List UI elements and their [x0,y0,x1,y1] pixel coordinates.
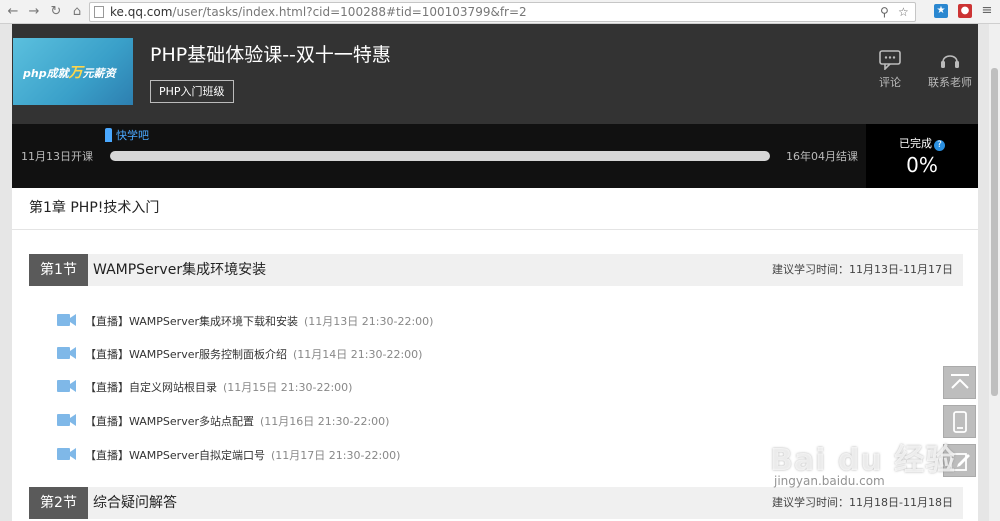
chapter-divider [12,229,978,230]
bookmark-star-icon[interactable]: ☆ [898,4,909,20]
help-icon[interactable]: ? [934,140,945,151]
course-header: php成就万元薪资 PHP基础体验课--双十一特惠 PHP入门班级 评论 联系老… [12,24,978,124]
video-camera-icon [57,448,76,460]
forward-icon[interactable]: → [25,3,43,21]
task-title: 【直播】WAMPServer集成环境下载和安装 [85,315,298,328]
end-date: 16年04月结课 [786,150,858,163]
address-bar[interactable]: ke.qq.com/user/tasks/index.html?cid=1002… [89,2,916,22]
back-to-top-icon [951,374,969,389]
watermark: Bai du 经验 [770,443,957,478]
course-title: PHP基础体验课--双十一特惠 [150,44,391,66]
video-camera-icon [57,314,76,326]
task-title: 【直播】WAMPServer自拟定端口号 [85,449,265,462]
task-title: 【直播】自定义网站根目录 [85,381,217,394]
section-number: 第2节 [29,487,88,519]
section-header[interactable]: 第2节 综合疑问解答 建议学习时间：11月18日-11月18日 [29,487,963,519]
section-suggested-time: 建议学习时间：11月18日-11月18日 [772,496,953,509]
comment-button[interactable]: 评论 [860,50,920,90]
mobile-view-button[interactable] [943,405,976,438]
extension-icon[interactable]: ● [958,4,972,18]
page-scrollbar[interactable] [989,24,1000,521]
contact-teacher-label: 联系老师 [928,76,972,89]
page-icon [94,6,104,18]
scrollbar-thumb[interactable] [991,68,998,396]
section-header[interactable]: 第1节 WAMPServer集成环境安装 建议学习时间：11月13日-11月17… [29,254,963,286]
chapter-title: 第1章 PHP!技术入门 [29,200,160,216]
progress-track [110,151,770,161]
browser-toolbar: ← → ↻ ⌂ ke.qq.com/user/tasks/index.html?… [0,0,1000,24]
task-time: (11月15日 21:30-22:00) [223,381,353,394]
course-logo: php成就万元薪资 [13,38,133,105]
completion-label: 已完成? [866,135,978,151]
task-time: (11月17日 21:30-22:00) [271,449,401,462]
video-camera-icon [57,414,76,426]
reload-icon[interactable]: ↻ [47,3,65,21]
video-camera-icon [57,347,76,359]
home-icon[interactable]: ⌂ [68,3,86,21]
section-number: 第1节 [29,254,88,286]
task-time: (11月13日 21:30-22:00) [304,315,434,328]
task-title: 【直播】WAMPServer服务控制面板介绍 [85,348,287,361]
start-date: 11月13日开课 [21,150,93,163]
address-url[interactable]: ke.qq.com/user/tasks/index.html?cid=1002… [110,3,527,21]
section-name: WAMPServer集成环境安装 [93,262,267,278]
video-camera-icon [57,380,76,392]
mobile-icon [953,411,967,433]
task-time: (11月16日 21:30-22:00) [260,415,390,428]
task-title: 【直播】WAMPServer多站点配置 [85,415,254,428]
menu-icon[interactable]: ≡ [980,4,994,18]
headset-icon [941,55,959,68]
watermark-url: jingyan.baidu.com [774,474,885,488]
extension-star-icon[interactable]: ★ [934,4,948,18]
zoom-icon[interactable]: ⚲ [880,4,889,20]
marker-flag-icon [105,128,112,142]
completion-box: 已完成? 0% [866,124,978,188]
comment-icon [879,50,901,70]
back-to-top-button[interactable] [943,366,976,399]
task-time: (11月14日 21:30-22:00) [293,348,423,361]
progress-bar-area: 11月13日开课 快学吧 16年04月结课 已完成? 0% [12,124,978,188]
back-icon[interactable]: ← [4,3,22,21]
class-tag-button[interactable]: PHP入门班级 [150,80,234,103]
section-suggested-time: 建议学习时间：11月13日-11月17日 [772,263,953,276]
progress-marker: 快学吧 [105,127,149,143]
comment-label: 评论 [879,76,901,89]
completion-percent: 0% [906,153,938,177]
section-name: 综合疑问解答 [93,495,177,511]
contact-teacher-button[interactable]: 联系老师 [920,50,978,90]
